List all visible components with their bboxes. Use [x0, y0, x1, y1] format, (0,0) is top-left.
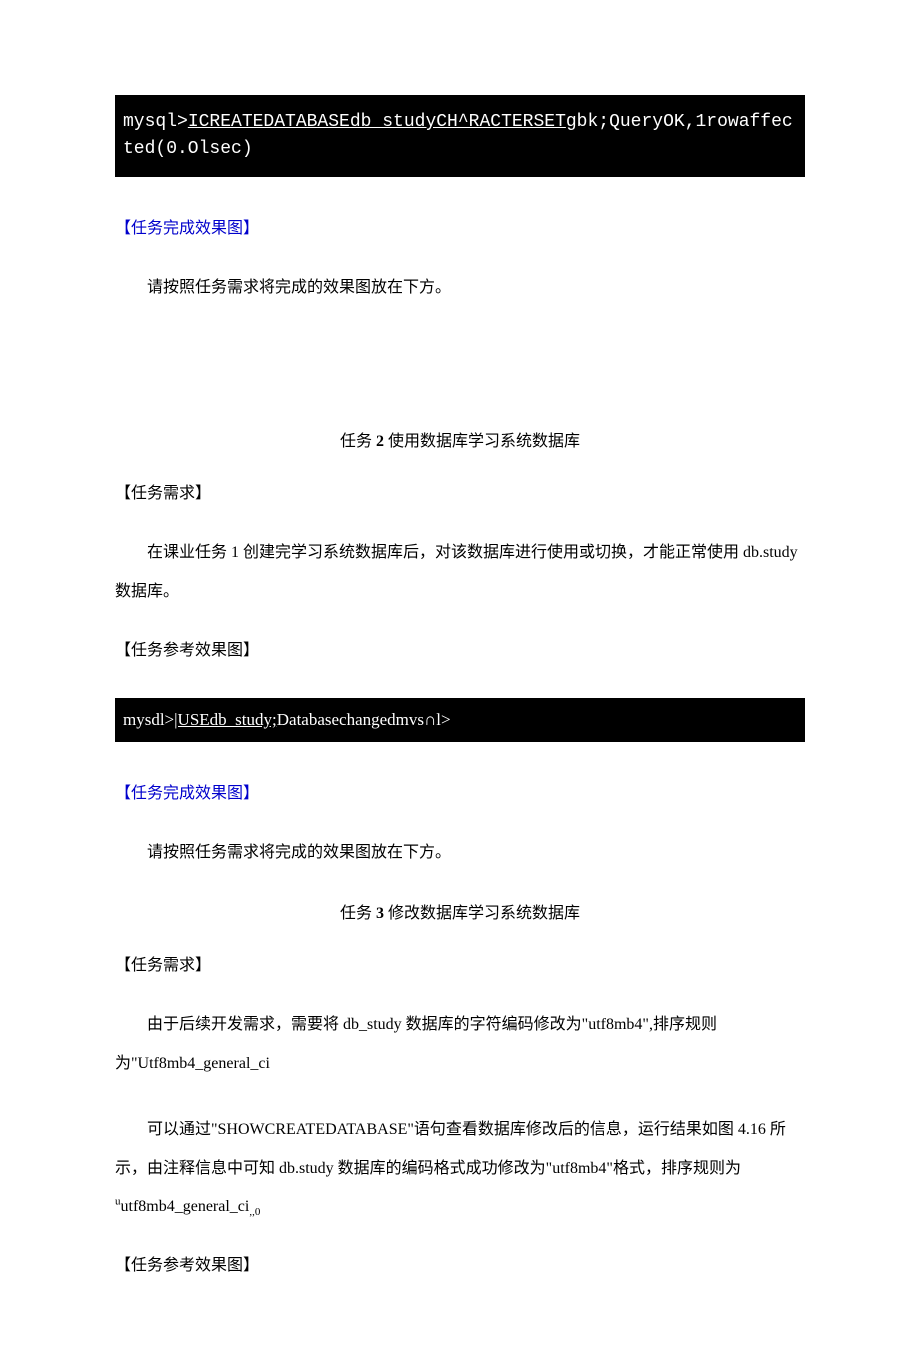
paragraph-req-3a: 由于后续开发需求，需要将 db_study 数据库的字符编码修改为"utf8mb… [115, 1006, 805, 1083]
task-title-num: 2 [376, 433, 384, 450]
task-title-2: 任务 2 使用数据库学习系统数据库 [115, 430, 805, 454]
paragraph-instruction-2: 请按照任务需求将完成的效果图放在下方。 [115, 834, 805, 872]
para-text: 可以通过"SHOWCREATEDATABASE"语句查看数据库修改后的信息，运行… [115, 1121, 786, 1176]
section-heading-ref-3: 【任务参考效果图】 [115, 1254, 805, 1278]
code-text: mysdl> [123, 710, 174, 729]
paragraph-instruction-1: 请按照任务需求将完成的效果图放在下方。 [115, 269, 805, 307]
code-text-underlined: |USEdb_study; [174, 710, 277, 729]
code-text: mysql> [123, 112, 188, 132]
task-title-num: 3 [376, 905, 384, 922]
code-text-underlined: ICREATEDATABASEdb studyCH^RACTERSET [188, 112, 566, 132]
task-title-3: 任务 3 修改数据库学习系统数据库 [115, 902, 805, 926]
section-heading-req-3: 【任务需求】 [115, 954, 805, 978]
code-block-1: mysql>ICREATEDATABASEdb studyCH^RACTERSE… [115, 95, 805, 177]
paragraph-req-3b: 可以通过"SHOWCREATEDATABASE"语句查看数据库修改后的信息，运行… [115, 1111, 805, 1226]
para-text: utf8mb4_general_ci [121, 1198, 250, 1215]
section-heading-completion-2: 【任务完成效果图】 [115, 782, 805, 806]
code-block-2: mysdl>|USEdb_study;Databasechangedmvs∩l> [115, 698, 805, 742]
paragraph-req-2: 在课业任务 1 创建完学习系统数据库后，对该数据库进行使用或切换，才能正常使用 … [115, 534, 805, 611]
section-heading-completion-1: 【任务完成效果图】 [115, 217, 805, 241]
para-sub: ,,0 [249, 1206, 260, 1218]
task-title-rest: 使用数据库学习系统数据库 [384, 433, 580, 450]
section-heading-ref-2: 【任务参考效果图】 [115, 639, 805, 663]
section-heading-req-2: 【任务需求】 [115, 482, 805, 506]
code-text: Databasechangedmvs∩l> [277, 710, 451, 729]
task-title-prefix: 任务 [340, 433, 376, 450]
task-title-prefix: 任务 [340, 905, 376, 922]
task-title-rest: 修改数据库学习系统数据库 [384, 905, 580, 922]
